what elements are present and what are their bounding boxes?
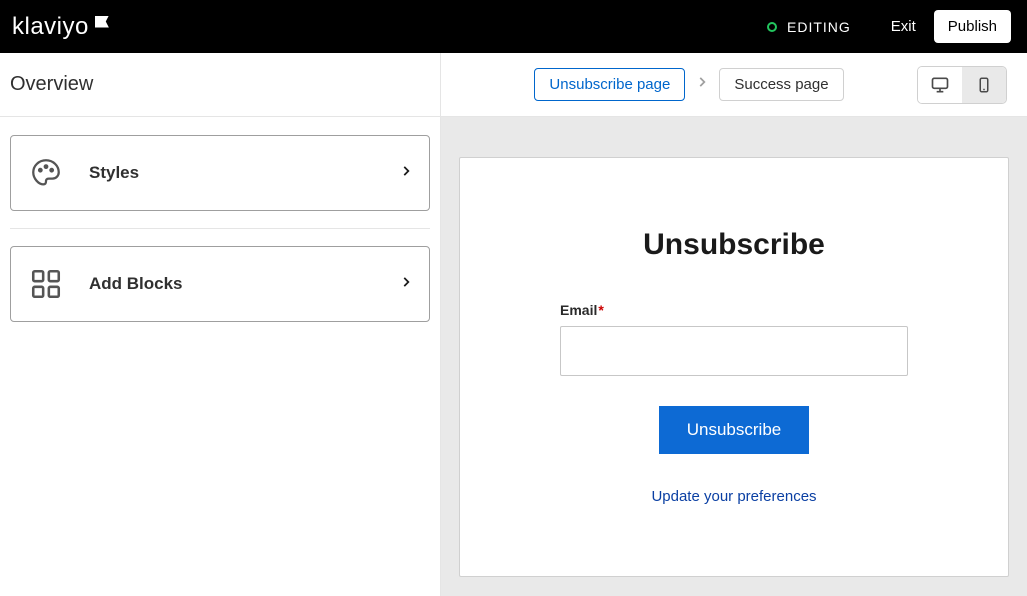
step-tabs: Unsubscribe page Success page — [461, 68, 917, 101]
sidebar: Overview Styles — [0, 53, 441, 596]
page-title: Unsubscribe — [643, 228, 825, 262]
palette-icon — [27, 154, 65, 192]
email-label: Email* — [560, 302, 908, 318]
app-logo: klaviyo — [12, 13, 109, 41]
topbar: klaviyo EDITING Exit Publish — [0, 0, 1027, 53]
status-dot-icon — [767, 22, 777, 32]
add-blocks-tile[interactable]: Add Blocks — [10, 246, 430, 322]
logo-flag-icon — [95, 16, 109, 28]
logo-text: klaviyo — [12, 13, 89, 41]
email-input[interactable] — [560, 326, 908, 376]
chevron-right-icon — [399, 164, 413, 183]
canvas: Unsubscribe page Success page — [441, 53, 1027, 596]
exit-link[interactable]: Exit — [891, 18, 916, 35]
preview-card: Unsubscribe Email* Unsubscribe Update yo… — [459, 157, 1009, 577]
sidebar-body: Styles Add Blocks — [0, 117, 440, 322]
status-label: EDITING — [787, 19, 851, 35]
tab-success-page[interactable]: Success page — [719, 68, 843, 101]
email-field-row: Email* — [560, 302, 908, 376]
styles-tile-label: Styles — [89, 163, 399, 183]
desktop-view-button[interactable] — [918, 67, 962, 103]
add-blocks-tile-label: Add Blocks — [89, 274, 399, 294]
required-marker: * — [598, 302, 603, 318]
publish-button[interactable]: Publish — [934, 10, 1011, 43]
editing-status: EDITING — [767, 19, 851, 35]
chevron-right-icon — [691, 75, 713, 94]
update-preferences-link[interactable]: Update your preferences — [651, 488, 816, 505]
unsubscribe-button[interactable]: Unsubscribe — [659, 406, 810, 454]
chevron-right-icon — [399, 275, 413, 294]
canvas-toolbar: Unsubscribe page Success page — [441, 53, 1027, 117]
device-toggle — [917, 66, 1007, 104]
tab-unsubscribe-page[interactable]: Unsubscribe page — [534, 68, 685, 101]
sidebar-divider — [10, 228, 430, 229]
sidebar-title: Overview — [0, 53, 440, 117]
mobile-view-button[interactable] — [962, 67, 1006, 103]
canvas-surface: Unsubscribe Email* Unsubscribe Update yo… — [441, 117, 1027, 596]
blocks-icon — [27, 265, 65, 303]
main-layout: Overview Styles — [0, 53, 1027, 596]
styles-tile[interactable]: Styles — [10, 135, 430, 211]
